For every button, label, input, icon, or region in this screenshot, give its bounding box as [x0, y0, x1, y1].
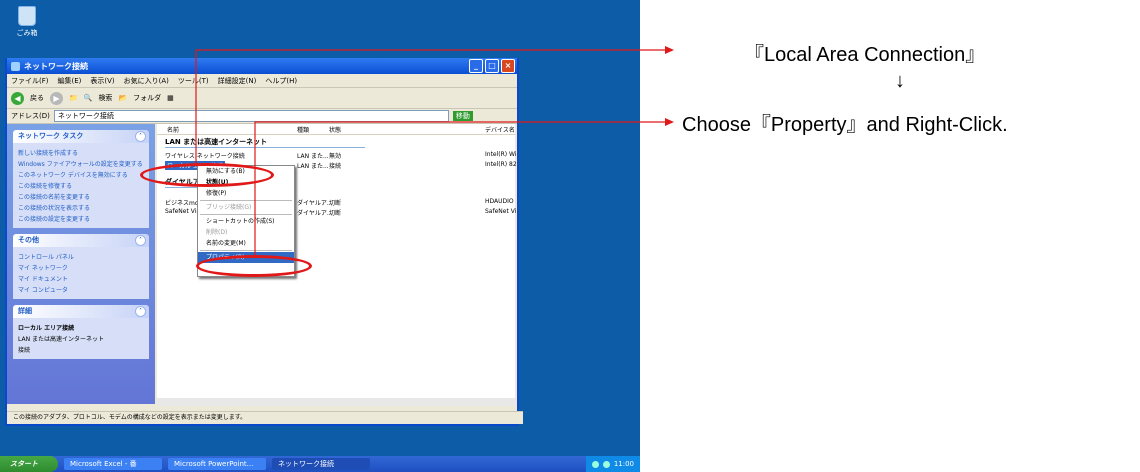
annotation-instruction: Choose『Property』and Right-Click.: [682, 114, 1008, 136]
annotation-arrow: ↓: [895, 70, 905, 92]
annotation-title: 『Local Area Connection』: [744, 44, 986, 66]
pointer-lines: [195, 46, 674, 258]
